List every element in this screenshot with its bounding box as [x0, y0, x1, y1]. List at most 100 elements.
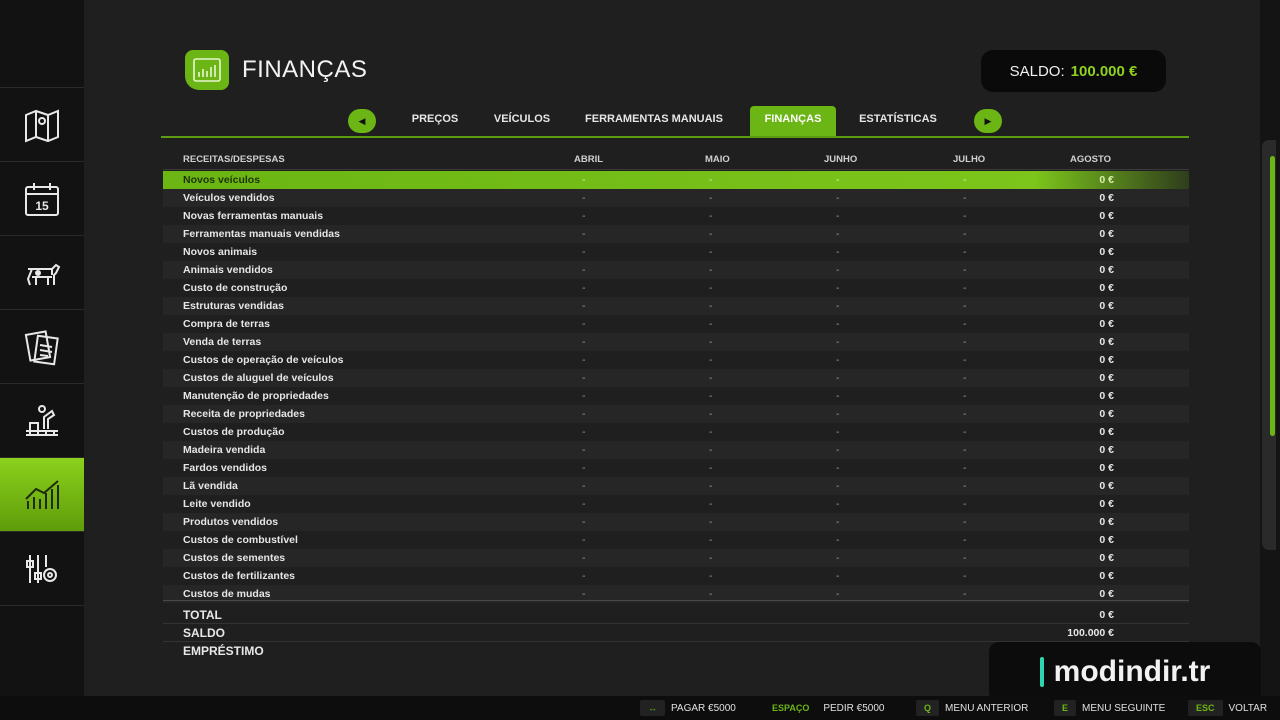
row-month-value: - — [963, 246, 967, 258]
balance-label: SALDO: — [1009, 62, 1065, 80]
sidebar-item-finances[interactable] — [0, 458, 92, 532]
row-month-value: - — [582, 390, 586, 402]
hint-next-menu[interactable]: E MENU SEGUINTE — [1054, 696, 1165, 720]
hint-back[interactable]: ESC VOLTAR — [1188, 696, 1267, 720]
sidebar-item-contracts[interactable] — [0, 310, 84, 384]
row-label: Custos de produção — [183, 426, 285, 438]
col-header-category: RECEITAS/DESPESAS — [183, 154, 285, 165]
total-row: TOTAL 0 € — [163, 606, 1189, 624]
saldo-row: SALDO 100.000 € — [163, 624, 1189, 642]
row-august-value: 0 € — [1099, 552, 1114, 564]
table-row[interactable]: Fardos vendidos - - - - 0 € — [163, 459, 1189, 477]
sidebar-item-production[interactable] — [0, 384, 84, 458]
row-august-value: 0 € — [1099, 588, 1114, 600]
table-row[interactable]: Manutenção de propriedades - - - - 0 € — [163, 387, 1189, 405]
row-august-value: 0 € — [1099, 570, 1114, 582]
hint-pay[interactable]: ↔ PAGAR €5000 — [640, 696, 736, 720]
finance-chart-icon — [25, 479, 59, 509]
sidebar-item-map[interactable] — [0, 88, 84, 162]
balance-box: SALDO: 100.000 € — [981, 50, 1166, 92]
row-month-value: - — [963, 588, 967, 600]
table-row[interactable]: Custos de produção - - - - 0 € — [163, 423, 1189, 441]
table-row[interactable]: Leite vendido - - - - 0 € — [163, 495, 1189, 513]
row-month-value: - — [836, 462, 840, 474]
table-row[interactable]: Venda de terras - - - - 0 € — [163, 333, 1189, 351]
row-month-value: - — [963, 354, 967, 366]
row-month-value: - — [582, 498, 586, 510]
table-row[interactable]: Custos de combustível - - - - 0 € — [163, 531, 1189, 549]
bottom-hint-bar: ↔ PAGAR €5000 ESPAÇO PEDIR €5000 Q MENU … — [0, 696, 1280, 720]
row-month-value: - — [709, 300, 713, 312]
row-month-value: - — [836, 408, 840, 420]
row-month-value: - — [836, 588, 840, 600]
table-row[interactable]: Veículos vendidos - - - - 0 € — [163, 189, 1189, 207]
tab-finances[interactable]: FINANÇAS — [750, 106, 836, 136]
production-icon — [26, 404, 58, 436]
row-month-value: - — [709, 264, 713, 276]
hint-next-label: MENU SEGUINTE — [1082, 702, 1166, 714]
table-row[interactable]: Ferramentas manuais vendidas - - - - 0 € — [163, 225, 1189, 243]
table-row[interactable]: Custo de construção - - - - 0 € — [163, 279, 1189, 297]
tab-prices[interactable]: PREÇOS — [400, 106, 470, 136]
row-month-value: - — [963, 480, 967, 492]
table-row[interactable]: Receita de propriedades - - - - 0 € — [163, 405, 1189, 423]
tab-next-button[interactable]: ▶ — [974, 109, 1002, 133]
tab-statistics[interactable]: ESTATÍSTICAS — [848, 106, 948, 136]
row-label: Compra de terras — [183, 318, 270, 330]
row-month-value: - — [582, 264, 586, 276]
table-row[interactable]: Novas ferramentas manuais - - - - 0 € — [163, 207, 1189, 225]
row-month-value: - — [836, 516, 840, 528]
row-month-value: - — [836, 570, 840, 582]
row-month-value: - — [582, 174, 586, 186]
row-label: Fardos vendidos — [183, 462, 268, 474]
row-month-value: - — [836, 192, 840, 204]
table-row[interactable]: Lã vendida - - - - 0 € — [163, 477, 1189, 495]
row-month-value: - — [582, 516, 586, 528]
hint-prev-menu[interactable]: Q MENU ANTERIOR — [916, 696, 1028, 720]
row-month-value: - — [709, 210, 713, 222]
row-august-value: 0 € — [1099, 336, 1114, 348]
row-label: Custos de fertilizantes — [183, 570, 296, 582]
table-row[interactable]: Animais vendidos - - - - 0 € — [163, 261, 1189, 279]
row-month-value: - — [582, 552, 586, 564]
tab-hand-tools[interactable]: FERRAMENTAS MANUAIS — [574, 106, 734, 136]
sidebar-item-settings[interactable] — [0, 532, 84, 606]
tab-vehicles[interactable]: VEÍCULOS — [482, 106, 562, 136]
hint-back-label: VOLTAR — [1228, 702, 1268, 714]
row-month-value: - — [836, 336, 840, 348]
table-row[interactable]: Custos de sementes - - - - 0 € — [163, 549, 1189, 567]
table-row[interactable]: Custos de fertilizantes - - - - 0 € — [163, 567, 1189, 585]
row-label: Animais vendidos — [183, 264, 273, 276]
row-august-value: 0 € — [1099, 408, 1114, 420]
table-row[interactable]: Novos veículos - - - - 0 € — [163, 171, 1189, 189]
table-row[interactable]: Estruturas vendidas - - - - 0 € — [163, 297, 1189, 315]
total-value: 0 € — [1099, 609, 1114, 621]
row-august-value: 0 € — [1099, 264, 1114, 276]
row-month-value: - — [963, 282, 967, 294]
row-month-value: - — [709, 426, 713, 438]
row-month-value: - — [582, 426, 586, 438]
table-row[interactable]: Madeira vendida - - - - 0 € — [163, 441, 1189, 459]
table-row[interactable]: Custos de operação de veículos - - - - 0 € — [163, 351, 1189, 369]
arrow-right-icon: ▶ — [984, 115, 992, 126]
row-month-value: - — [963, 462, 967, 474]
row-month-value: - — [709, 282, 713, 294]
total-label: TOTAL — [183, 608, 222, 622]
table-row[interactable]: Novos animais - - - - 0 € — [163, 243, 1189, 261]
tab-prev-button[interactable]: ◀ — [348, 109, 376, 133]
row-month-value: - — [709, 498, 713, 510]
sidebar: 15 — [0, 0, 92, 720]
row-august-value: 0 € — [1099, 192, 1114, 204]
row-month-value: - — [582, 210, 586, 222]
table-row[interactable]: Compra de terras - - - - 0 € — [163, 315, 1189, 333]
table-row[interactable]: Custos de aluguel de veículos - - - - 0 € — [163, 369, 1189, 387]
row-month-value: - — [709, 192, 713, 204]
row-label: Custo de construção — [183, 282, 288, 294]
sidebar-item-animals[interactable] — [0, 236, 84, 310]
hint-borrow[interactable]: ESPAÇO PEDIR €5000 — [764, 696, 885, 720]
scrollbar-thumb[interactable] — [1270, 156, 1275, 436]
table-row[interactable]: Produtos vendidos - - - - 0 € — [163, 513, 1189, 531]
sidebar-item-calendar[interactable]: 15 — [0, 162, 84, 236]
row-month-value: - — [582, 300, 586, 312]
row-month-value: - — [836, 246, 840, 258]
